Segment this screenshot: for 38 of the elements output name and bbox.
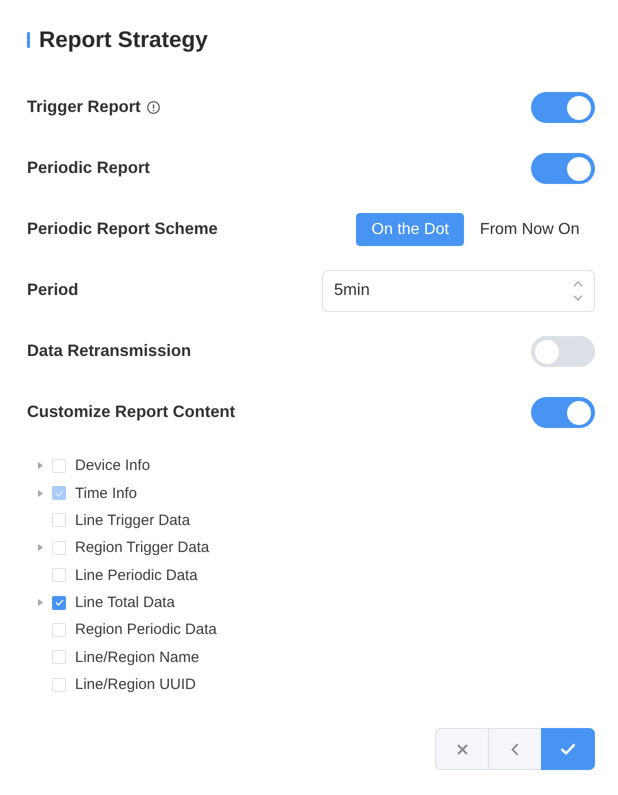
checkmark-icon — [54, 490, 64, 497]
title-accent-bar — [27, 32, 30, 48]
close-icon — [456, 744, 468, 755]
item-label: Line/Region Name — [75, 648, 200, 666]
item-label: Line Trigger Data — [75, 512, 190, 529]
setting-label: Data Retransmission — [27, 342, 192, 361]
item-label: Region Periodic Data — [75, 621, 217, 638]
caret-icon[interactable] — [38, 490, 43, 497]
caret-icon[interactable] — [38, 599, 43, 606]
chevron-down-icon[interactable] — [573, 294, 583, 300]
scheme-option[interactable]: From Now On — [464, 213, 595, 246]
toggle-switch[interactable] — [531, 397, 595, 428]
item-label: Device Info — [75, 457, 150, 474]
chevron-left-icon — [511, 742, 519, 756]
item-label: Line Periodic Data — [75, 566, 198, 584]
checkbox[interactable] — [52, 596, 66, 610]
item-label: Line/Region UUID — [75, 676, 196, 694]
setting-label: Customize Report Content — [27, 403, 236, 422]
caret-icon[interactable] — [38, 462, 43, 470]
back-button[interactable] — [488, 728, 542, 770]
item-label: Region Trigger Data — [75, 539, 210, 556]
checkmark-icon — [54, 599, 64, 606]
confirm-button[interactable] — [541, 728, 595, 770]
toggle-switch[interactable] — [531, 153, 595, 184]
setting-label: Periodic Report — [27, 159, 150, 178]
section-title: Report Strategy — [39, 28, 208, 52]
toggle-switch[interactable] — [531, 336, 595, 367]
check-icon — [560, 743, 576, 756]
item-label: Line Total Data — [75, 594, 175, 612]
setting-label: Periodic Report Scheme — [27, 220, 218, 239]
chevron-up-icon[interactable] — [573, 280, 583, 286]
toggle-switch[interactable] — [531, 92, 595, 123]
period-field[interactable]: 5min — [322, 270, 595, 312]
setting-label: Trigger Report — [27, 98, 141, 117]
setting-label: Period — [27, 281, 78, 300]
caret-icon[interactable] — [38, 544, 43, 552]
item-label: Time Info — [75, 484, 137, 502]
cancel-button[interactable] — [435, 728, 489, 770]
